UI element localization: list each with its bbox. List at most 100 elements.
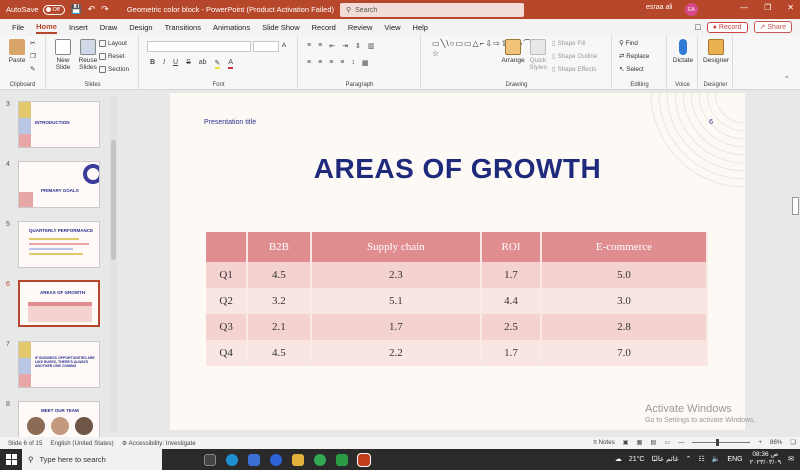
comments-icon[interactable]: □ — [695, 22, 700, 32]
close-icon[interactable]: ✕ — [787, 3, 794, 12]
page-number[interactable]: 6 — [709, 119, 713, 126]
edge-icon[interactable] — [226, 453, 238, 466]
table-header-cell[interactable]: E-commerce — [540, 232, 709, 262]
zoom-in-icon[interactable]: + — [758, 439, 762, 446]
align-right-icon[interactable]: ≡ — [329, 59, 333, 67]
layout-button[interactable]: Layout — [99, 40, 127, 47]
editor-scrollbar[interactable] — [791, 91, 800, 437]
language-status[interactable]: English (United States) — [50, 440, 113, 447]
font-color-icon[interactable]: A — [228, 59, 234, 69]
new-slide-button[interactable]: New Slide — [51, 39, 75, 71]
increase-font-icon[interactable]: A — [282, 42, 286, 49]
task-view-icon[interactable] — [204, 453, 216, 466]
copy-icon[interactable]: ❐ — [30, 53, 36, 60]
presentation-title[interactable]: Presentation title — [204, 119, 256, 126]
columns-icon[interactable]: ▥ — [368, 42, 375, 50]
table-cell[interactable]: Q2 — [206, 288, 249, 314]
input-language[interactable]: ENG — [727, 456, 742, 463]
tab-design[interactable]: Design — [129, 23, 152, 32]
tab-slide-show[interactable]: Slide Show — [262, 23, 300, 32]
replace-button[interactable]: ⇄ Replace — [619, 53, 649, 60]
slide-thumbnail-4[interactable]: PRIMARY GOALS — [18, 161, 100, 208]
table-cell[interactable]: 3.2 — [247, 288, 312, 314]
arrange-button[interactable]: Arrange — [500, 39, 526, 64]
undo-icon[interactable]: ↶ — [88, 4, 96, 15]
tab-help[interactable]: Help — [413, 23, 428, 32]
zoom-level[interactable]: 86% — [770, 439, 782, 446]
start-button[interactable] — [0, 454, 22, 465]
taskbar-search[interactable]: ⚲ Type here to search — [22, 449, 162, 470]
file-explorer-icon[interactable] — [292, 453, 304, 466]
normal-view-icon[interactable]: ▣ — [623, 439, 629, 446]
reset-button[interactable]: Reset — [99, 53, 124, 60]
paste-button[interactable]: Paste — [6, 39, 28, 64]
collapse-ribbon-icon[interactable]: ⌃ — [784, 76, 789, 83]
shape-effects-button[interactable]: ▯ Shape Effects — [552, 66, 597, 73]
minimize-icon[interactable]: — — [740, 3, 748, 12]
smartart-icon[interactable]: ▦ — [362, 59, 369, 67]
table-cell[interactable]: 1.7 — [310, 314, 483, 340]
char-spacing-icon[interactable]: ab — [199, 59, 207, 69]
quick-styles-button[interactable]: Quick Styles — [526, 39, 550, 71]
notifications-icon[interactable]: ✉ — [788, 455, 794, 463]
align-center-icon[interactable]: ≡ — [318, 59, 322, 67]
tab-home[interactable]: Home — [36, 22, 57, 34]
accessibility-status[interactable]: ⚙ Accessibility: Investigate — [122, 440, 196, 447]
decrease-indent-icon[interactable]: ⇤ — [329, 42, 335, 50]
underline-icon[interactable]: U — [173, 59, 178, 69]
font-size-dropdown[interactable] — [253, 41, 279, 52]
autosave-toggle[interactable]: Off — [42, 4, 65, 15]
line-spacing-icon[interactable]: ⇕ — [355, 42, 361, 50]
network-icon[interactable]: ☷ — [698, 455, 704, 463]
excel-icon[interactable] — [336, 453, 348, 466]
slide-heading[interactable]: AREAS OF GROWTH — [170, 153, 745, 185]
restore-icon[interactable]: ❐ — [764, 3, 771, 12]
table-cell[interactable]: 2.2 — [310, 340, 483, 366]
select-button[interactable]: ↖ Select — [619, 66, 644, 73]
tab-transitions[interactable]: Transitions — [165, 23, 201, 32]
table-header-cell[interactable]: B2B — [247, 232, 312, 262]
tab-draw[interactable]: Draw — [100, 23, 118, 32]
zoom-slider[interactable] — [692, 439, 751, 446]
table-cell[interactable]: 1.7 — [481, 262, 542, 288]
chrome-icon[interactable] — [314, 453, 326, 466]
table-cell[interactable]: 4.4 — [481, 288, 542, 314]
slide-thumbnail-3[interactable]: INTRODUCTION — [18, 101, 100, 148]
growth-table[interactable]: B2B Supply chain ROI E-commerce Q1 4.5 2… — [206, 232, 709, 366]
slideshow-icon[interactable]: ▭ — [664, 439, 670, 446]
strikethrough-icon[interactable]: S — [186, 59, 191, 69]
table-cell[interactable]: 4.5 — [247, 340, 312, 366]
slide-thumbnail-5[interactable]: QUARTERLY PERFORMANCE — [18, 221, 100, 268]
table-cell[interactable]: 2.5 — [481, 314, 542, 340]
tray-chevron-icon[interactable]: ⌃ — [686, 455, 692, 463]
table-cell[interactable]: 7.0 — [540, 340, 709, 366]
align-left-icon[interactable]: ≡ — [307, 59, 311, 67]
tab-insert[interactable]: Insert — [69, 23, 88, 32]
thumbnail-scroll-thumb[interactable] — [111, 140, 116, 260]
tab-review[interactable]: Review — [348, 23, 373, 32]
bullets-icon[interactable]: ≡ — [307, 42, 311, 50]
tab-animations[interactable]: Animations — [213, 23, 250, 32]
designer-button[interactable]: Designer — [701, 39, 731, 64]
table-cell[interactable]: 1.7 — [481, 340, 542, 366]
table-cell[interactable]: 5.1 — [310, 288, 483, 314]
shapes-gallery[interactable]: ▭╲\○▭▭△⌐⇩⇨⇧⇦◇⌒{}☆ — [432, 39, 539, 71]
user-name[interactable]: esraa ali — [646, 4, 672, 11]
font-name-dropdown[interactable] — [147, 41, 251, 52]
clock[interactable]: 08:36 ص ٢٠٢٣/٠٣/٠٩ — [750, 451, 782, 467]
italic-icon[interactable]: I — [163, 59, 165, 69]
text-direction-icon[interactable]: ↕ — [351, 59, 355, 67]
bold-icon[interactable]: B — [150, 59, 155, 69]
table-cell[interactable]: 2.8 — [540, 314, 709, 340]
find-button[interactable]: ⚲ Find — [619, 40, 638, 47]
slide-thumbnail-7[interactable]: IF BUSINESS OPPORTUNITIES ARE LIKE BUSES… — [18, 341, 100, 388]
redo-icon[interactable]: ↷ — [101, 4, 109, 15]
avatar[interactable]: EA — [685, 3, 698, 16]
reuse-slides-button[interactable]: Reuse Slides — [75, 39, 101, 71]
slide-thumbnail-6[interactable]: AREAS OF GROWTH — [18, 280, 100, 327]
editor-scroll-thumb[interactable] — [792, 197, 799, 215]
tab-record[interactable]: Record — [312, 23, 336, 32]
table-cell[interactable]: 2.3 — [310, 262, 483, 288]
table-header-cell[interactable] — [206, 232, 249, 262]
section-button[interactable]: Section — [99, 66, 129, 73]
